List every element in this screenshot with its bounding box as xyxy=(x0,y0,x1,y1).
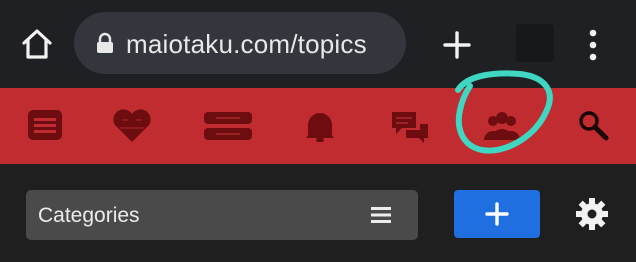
new-topic-button[interactable] xyxy=(454,190,540,238)
more-vert-icon[interactable] xyxy=(584,28,602,62)
lock-icon xyxy=(96,32,114,54)
categories-dropdown[interactable]: Categories xyxy=(26,190,418,240)
new-tab-icon[interactable] xyxy=(440,28,474,62)
bell-icon[interactable] xyxy=(298,106,342,146)
categories-icon[interactable] xyxy=(202,106,254,146)
highlight-circle-annotation xyxy=(442,66,564,162)
home-icon[interactable] xyxy=(18,26,56,62)
gear-icon[interactable] xyxy=(574,196,610,232)
chat-icon[interactable] xyxy=(388,106,432,146)
list-icon[interactable] xyxy=(24,106,68,146)
plus-icon xyxy=(485,202,509,226)
address-bar[interactable]: maiotaku.com/topics xyxy=(74,12,406,74)
topic-controls: Categories xyxy=(0,164,636,262)
url-text[interactable]: maiotaku.com/topics xyxy=(126,29,367,60)
categories-label: Categories xyxy=(38,204,140,227)
search-icon[interactable] xyxy=(574,106,618,146)
hamburger-menu-icon xyxy=(370,205,392,225)
heart-icon[interactable] xyxy=(110,106,154,146)
tab-switcher-button[interactable] xyxy=(516,24,554,62)
